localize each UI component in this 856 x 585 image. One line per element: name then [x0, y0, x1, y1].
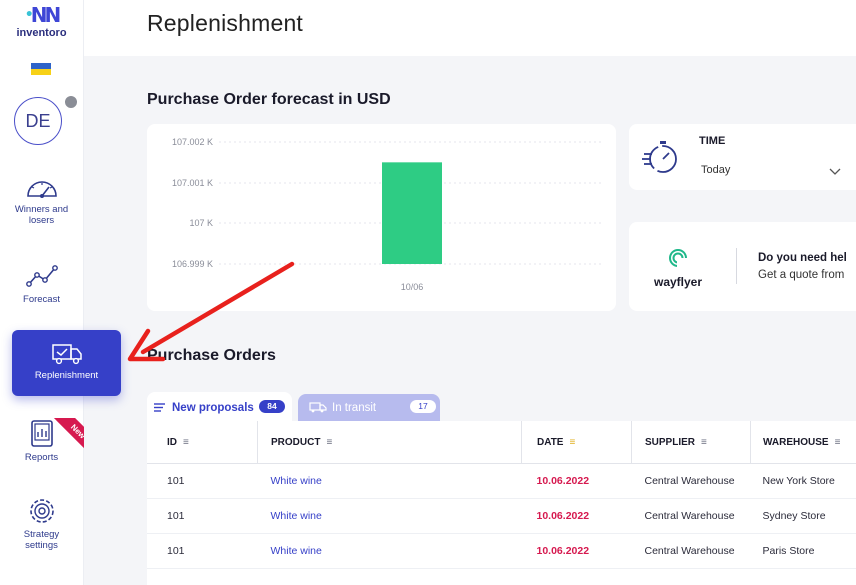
annotation-arrow [127, 261, 295, 362]
